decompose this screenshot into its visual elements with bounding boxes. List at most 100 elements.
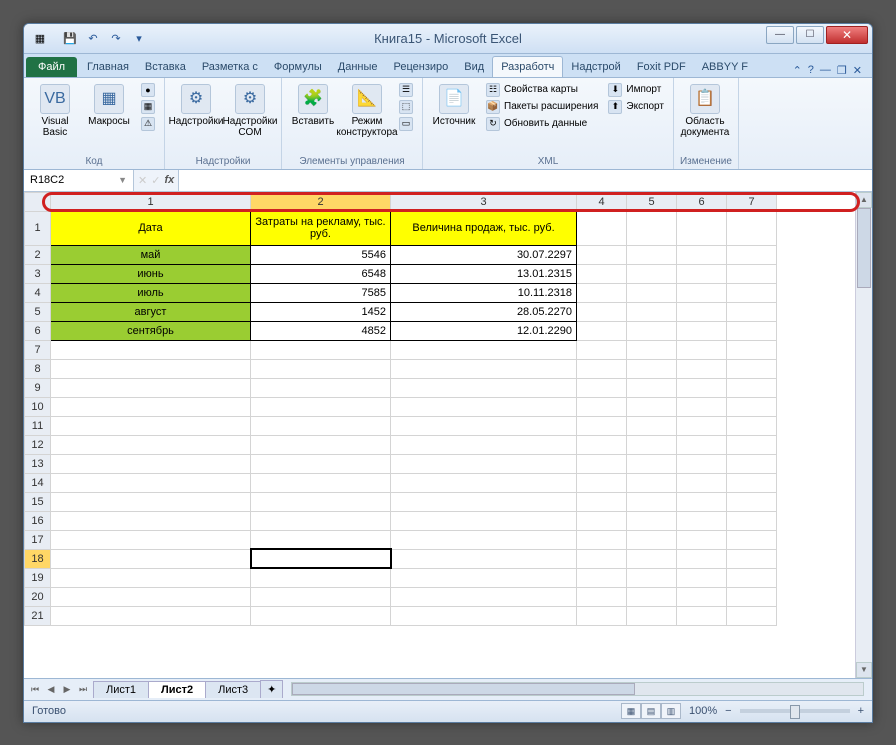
cell[interactable] xyxy=(251,435,391,454)
cell[interactable] xyxy=(627,359,677,378)
cell[interactable]: 30.07.2297 xyxy=(391,245,577,264)
cell[interactable]: Затраты на рекламу, тыс. руб. xyxy=(251,211,391,245)
cell[interactable] xyxy=(627,211,677,245)
tab-developer[interactable]: Разработч xyxy=(492,56,563,77)
sheet-nav-last-icon[interactable]: ⏭ xyxy=(76,684,90,695)
cell[interactable] xyxy=(677,568,727,587)
cell[interactable] xyxy=(577,359,627,378)
cell[interactable] xyxy=(51,397,251,416)
cell[interactable] xyxy=(577,435,627,454)
cell[interactable] xyxy=(627,606,677,625)
cell[interactable] xyxy=(51,549,251,568)
cell[interactable] xyxy=(251,359,391,378)
cell[interactable] xyxy=(577,511,627,530)
scroll-thumb[interactable] xyxy=(857,208,871,288)
scroll-down-icon[interactable]: ▼ xyxy=(856,662,872,678)
doc-min-icon[interactable]: — xyxy=(820,64,831,77)
row-header[interactable]: 9 xyxy=(25,378,51,397)
cell[interactable] xyxy=(727,378,777,397)
cell[interactable] xyxy=(391,454,577,473)
sheet-nav-prev-icon[interactable]: ◀ xyxy=(44,684,58,695)
cell[interactable] xyxy=(577,492,627,511)
insert-control-button[interactable]: 🧩Вставить xyxy=(288,82,338,129)
sheet-nav-next-icon[interactable]: ▶ xyxy=(60,684,74,695)
cell[interactable] xyxy=(51,606,251,625)
tab-foxit[interactable]: Foxit PDF xyxy=(629,57,694,77)
cell[interactable] xyxy=(391,416,577,435)
sheet-tab[interactable]: Лист3 xyxy=(205,681,261,698)
relative-ref-button[interactable]: ▦ xyxy=(138,99,158,115)
cell[interactable] xyxy=(577,397,627,416)
cell[interactable] xyxy=(251,454,391,473)
tab-review[interactable]: Рецензиро xyxy=(386,57,457,77)
cell[interactable] xyxy=(627,378,677,397)
tab-page-layout[interactable]: Разметка с xyxy=(194,57,266,77)
cell[interactable] xyxy=(677,416,727,435)
cell[interactable] xyxy=(677,283,727,302)
cell[interactable] xyxy=(677,211,727,245)
column-header[interactable]: 3 xyxy=(391,192,577,211)
cell[interactable] xyxy=(251,378,391,397)
cell[interactable] xyxy=(51,492,251,511)
cell[interactable] xyxy=(677,321,727,340)
cell[interactable]: 1452 xyxy=(251,302,391,321)
row-header[interactable]: 15 xyxy=(25,492,51,511)
cell[interactable] xyxy=(727,245,777,264)
row-header[interactable]: 14 xyxy=(25,473,51,492)
xml-source-button[interactable]: 📄Источник xyxy=(429,82,479,129)
cell[interactable] xyxy=(51,359,251,378)
tab-data[interactable]: Данные xyxy=(330,57,386,77)
tab-formulas[interactable]: Формулы xyxy=(266,57,330,77)
cell[interactable] xyxy=(727,511,777,530)
cell[interactable] xyxy=(577,340,627,359)
cell[interactable] xyxy=(577,245,627,264)
xml-export-button[interactable]: ⬆Экспорт xyxy=(605,99,667,115)
cell[interactable] xyxy=(51,568,251,587)
cell[interactable] xyxy=(727,454,777,473)
redo-icon[interactable]: ↷ xyxy=(106,28,126,48)
cell[interactable] xyxy=(727,549,777,568)
cancel-formula-icon[interactable]: ✕ xyxy=(138,174,147,187)
cell[interactable] xyxy=(577,587,627,606)
view-code-button[interactable]: ⬚ xyxy=(396,99,416,115)
normal-view-button[interactable]: ▦ xyxy=(621,703,641,719)
cell[interactable]: 7585 xyxy=(251,283,391,302)
cell[interactable] xyxy=(627,587,677,606)
column-header[interactable]: 6 xyxy=(677,192,727,211)
name-box-dropdown-icon[interactable]: ▼ xyxy=(118,175,127,185)
cell[interactable] xyxy=(51,511,251,530)
design-mode-button[interactable]: 📐Режим конструктора xyxy=(342,82,392,140)
macros-button[interactable]: ▦Макросы xyxy=(84,82,134,129)
cell[interactable] xyxy=(251,511,391,530)
cell[interactable] xyxy=(577,302,627,321)
sheet-tab[interactable]: Лист2 xyxy=(148,681,206,698)
cell[interactable] xyxy=(251,397,391,416)
cell[interactable] xyxy=(251,492,391,511)
save-icon[interactable]: 💾 xyxy=(60,28,80,48)
cell[interactable] xyxy=(577,211,627,245)
cell[interactable] xyxy=(627,264,677,283)
cell[interactable] xyxy=(577,568,627,587)
cell[interactable] xyxy=(627,245,677,264)
cell[interactable] xyxy=(251,530,391,549)
cell[interactable] xyxy=(727,340,777,359)
column-header[interactable]: 5 xyxy=(627,192,677,211)
cell[interactable] xyxy=(627,568,677,587)
record-macro-button[interactable]: ● xyxy=(138,82,158,98)
cell[interactable]: 28.05.2270 xyxy=(391,302,577,321)
expansion-packs-button[interactable]: 📦Пакеты расширения xyxy=(483,99,601,115)
cell[interactable]: июнь xyxy=(51,264,251,283)
cell[interactable] xyxy=(51,530,251,549)
cell[interactable] xyxy=(677,435,727,454)
cell[interactable] xyxy=(677,530,727,549)
qat-more-icon[interactable]: ▾ xyxy=(129,28,149,48)
cell[interactable] xyxy=(627,302,677,321)
cell[interactable] xyxy=(727,264,777,283)
cell[interactable] xyxy=(577,473,627,492)
row-header[interactable]: 6 xyxy=(25,321,51,340)
minimize-ribbon-icon[interactable]: ⌃ xyxy=(793,64,802,77)
row-header[interactable]: 5 xyxy=(25,302,51,321)
cell[interactable] xyxy=(391,473,577,492)
cell[interactable] xyxy=(627,321,677,340)
cell[interactable]: май xyxy=(51,245,251,264)
